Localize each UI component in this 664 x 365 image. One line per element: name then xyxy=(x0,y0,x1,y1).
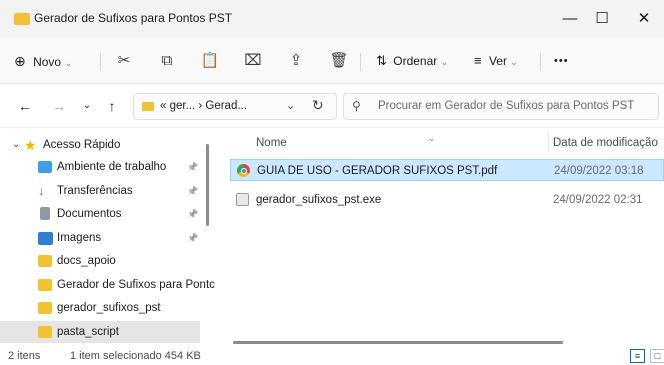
sidebar-item-label: Gerador de Sufixos para Pontc xyxy=(57,278,215,291)
details-view-icon[interactable]: ≡ xyxy=(630,349,645,363)
back-arrow-icon[interactable]: ← xyxy=(16,96,34,116)
file-row[interactable]: gerador_sufixos_pst.exe 24/09/2022 02:31 xyxy=(230,189,664,211)
sidebar-item[interactable]: Imagens 📌 xyxy=(0,227,200,249)
folder-icon xyxy=(38,302,52,314)
sidebar-scrollbar[interactable] xyxy=(206,144,209,226)
sidebar-item[interactable]: Gerador de Sufixos para Pontc xyxy=(0,274,215,296)
title-bar: Gerador de Sufixos para Pontos PST — ☐ ✕ xyxy=(0,0,664,38)
close-button[interactable]: ✕ xyxy=(629,7,659,31)
tiles-view-icon[interactable]: □ xyxy=(650,349,664,363)
view-button[interactable]: ≡ Ver ⌄ xyxy=(474,48,518,74)
chevron-down-icon[interactable]: ⌄ xyxy=(286,99,295,112)
navigation-pane: ⌄ ★ Acesso Rápido Ambiente de trabalho 📌 ↓… xyxy=(0,128,218,348)
file-modified-date: 24/09/2022 03:18 xyxy=(554,165,644,177)
folder-icon xyxy=(38,325,52,338)
sidebar-item[interactable]: docs_apoio xyxy=(0,250,200,272)
paste-icon[interactable]: 📋 xyxy=(198,48,222,74)
sidebar-item[interactable]: Ambiente de trabalho 📌 xyxy=(0,156,200,178)
maximize-button[interactable]: ☐ xyxy=(587,7,617,31)
file-name: GUIA DE USO - GERADOR SUFIXOS PST.pdf xyxy=(257,165,498,177)
chevron-down-icon: ⌄ xyxy=(440,57,449,67)
file-modified-date: 24/09/2022 02:31 xyxy=(553,194,643,206)
download-icon: ↓ xyxy=(38,182,45,198)
plus-circle-icon: ⊕ xyxy=(14,53,26,69)
search-icon: ⚲ xyxy=(352,99,361,113)
view-icon: ≡ xyxy=(474,53,482,68)
exe-icon xyxy=(236,193,249,206)
pin-icon: 📌 xyxy=(187,232,199,243)
sidebar-item-label: Documentos xyxy=(57,208,122,220)
sidebar-item[interactable]: gerador_sufixos_pst xyxy=(0,297,200,319)
more-options-button[interactable]: ••• xyxy=(554,48,569,74)
sidebar-item-label: Ambiente de trabalho xyxy=(57,161,167,173)
pin-icon: 📌 xyxy=(187,209,199,219)
copy-icon[interactable]: ⧉ xyxy=(155,48,179,74)
horizontal-scrollbar[interactable] xyxy=(233,341,563,344)
column-divider[interactable] xyxy=(548,132,549,152)
image-icon xyxy=(38,231,53,245)
document-icon xyxy=(40,207,50,220)
sidebar-item-label: gerador_sufixos_pst xyxy=(57,302,161,314)
chrome-pdf-icon xyxy=(237,164,250,177)
file-name: gerador_sufixos_pst.exe xyxy=(256,194,382,206)
up-arrow-icon[interactable]: ↑ xyxy=(103,96,121,116)
new-button[interactable]: ⊕ Novo ⌄ xyxy=(14,48,72,74)
folder-icon xyxy=(38,278,52,291)
pin-icon: 📌 xyxy=(187,185,199,196)
sort-chevron-icon: ⌄ xyxy=(428,133,436,143)
file-row[interactable]: GUIA DE USO - GERADOR SUFIXOS PST.pdf 24/… xyxy=(230,159,664,181)
sidebar-item-label: Transferências xyxy=(57,184,133,197)
sort-button[interactable]: ⇅ Ordenar ⌄ xyxy=(376,48,448,74)
view-label: Ver xyxy=(488,54,507,68)
forward-arrow-icon[interactable]: → xyxy=(50,96,68,116)
desktop-icon xyxy=(38,161,52,173)
chrome-center-icon xyxy=(240,167,247,174)
folder-icon xyxy=(38,255,52,267)
item-count: 2 itens xyxy=(8,350,41,362)
minimize-button[interactable]: — xyxy=(555,7,585,31)
new-label: Novo xyxy=(33,55,62,69)
pin-icon: 📌 xyxy=(187,162,199,172)
search-input[interactable]: ⚲ Procurar em Gerador de Sufixos para Po… xyxy=(343,93,659,120)
cut-icon[interactable]: ✂ xyxy=(112,48,136,74)
divider xyxy=(100,53,101,71)
sidebar-item-label: Imagens xyxy=(57,231,102,244)
selection-info: 1 item selecionado 454 KB xyxy=(70,350,201,362)
search-placeholder: Procurar em Gerador de Sufixos para Pont… xyxy=(378,100,635,112)
breadcrumb[interactable]: « ger... › Gerad... xyxy=(160,100,247,112)
column-header-modified[interactable]: Data de modificação xyxy=(553,137,658,149)
rename-icon[interactable]: ⌧ xyxy=(241,48,265,74)
sidebar-item-quick-access[interactable]: ⌄ ★ Acesso Rápido xyxy=(0,134,200,156)
divider xyxy=(360,53,361,71)
folder-icon xyxy=(14,13,30,25)
sidebar-item[interactable]: Documentos 📌 xyxy=(0,203,200,225)
sort-label: Ordenar xyxy=(393,54,438,68)
window-title: Gerador de Sufixos para Pontos PST xyxy=(34,11,233,25)
chevron-down-icon: ⌄ xyxy=(64,58,72,68)
sidebar-header-label: Acesso Rápido xyxy=(43,139,121,151)
command-bar: ⊕ Novo ⌄ ✂ ⧉ 📋 ⌧ ⇪ 🗑 ⇅ Ordenar ⌄ ≡ Ver ⌄… xyxy=(0,38,664,84)
divider xyxy=(540,53,541,71)
sidebar-item-label: docs_apoio xyxy=(57,255,116,267)
delete-icon[interactable]: 🗑 xyxy=(327,48,351,74)
refresh-icon[interactable]: ↻ xyxy=(312,97,324,114)
column-name-label: Nome xyxy=(256,137,287,149)
sidebar-item[interactable]: ↓ Transferências 📌 xyxy=(0,180,200,202)
share-icon[interactable]: ⇪ xyxy=(284,48,308,74)
chevron-down-icon[interactable]: ⌄ xyxy=(12,134,20,156)
folder-icon xyxy=(142,102,154,111)
address-bar-row: ← → ⌄ ↑ « ger... › Gerad... ⌄ ↻ ⚲ Procur… xyxy=(0,84,664,128)
star-icon: ★ xyxy=(24,137,37,153)
address-field[interactable]: « ger... › Gerad... ⌄ ↻ xyxy=(133,93,337,120)
sidebar-item-label: pasta_script xyxy=(57,325,120,338)
sort-icon: ⇅ xyxy=(376,53,387,68)
recent-locations-chevron-icon[interactable]: ⌄ xyxy=(78,96,96,116)
file-list: Nome ⌄ Data de modificação GUIA DE USO -… xyxy=(218,128,664,348)
status-bar: 2 itens 1 item selecionado 454 KB ≡ □ xyxy=(0,348,664,365)
sidebar-item[interactable]: pasta_script xyxy=(0,320,200,343)
column-header-name[interactable]: Nome ⌄ xyxy=(256,133,436,149)
chevron-down-icon: ⌄ xyxy=(510,57,518,67)
